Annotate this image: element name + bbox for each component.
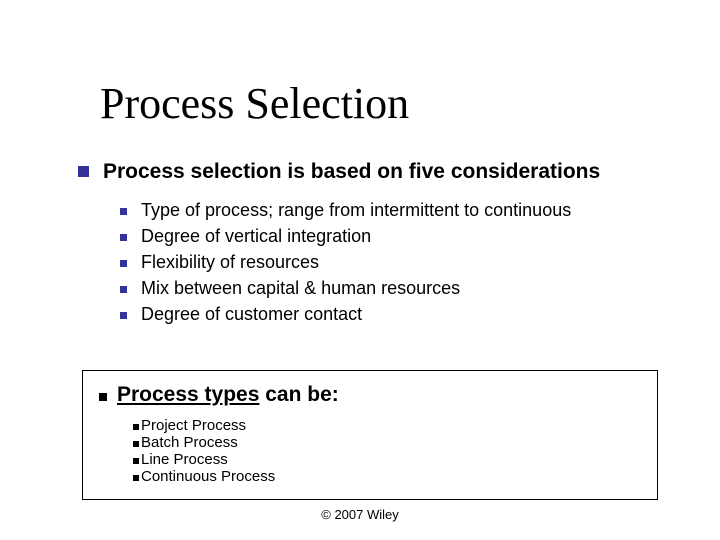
- level2-text: Degree of customer contact: [141, 304, 362, 325]
- list-item: Line Process: [133, 451, 641, 468]
- list-item: Project Process: [133, 417, 641, 434]
- square-bullet-icon: [120, 208, 127, 215]
- heading-rest: can be:: [259, 383, 338, 406]
- square-bullet-icon: [120, 234, 127, 241]
- square-bullet-icon: [133, 475, 139, 481]
- square-bullet-icon: [133, 458, 139, 464]
- process-types-textbox: Process types can be: Project Process Ba…: [82, 370, 658, 500]
- level2-text: Type of process; range from intermittent…: [141, 200, 571, 221]
- textbox-item-text: Continuous Process: [141, 468, 275, 485]
- textbox-item-text: Batch Process: [141, 434, 238, 451]
- textbox-heading: Process types can be:: [99, 383, 641, 407]
- square-bullet-icon: [120, 312, 127, 319]
- list-item: Flexibility of resources: [120, 252, 571, 273]
- slide: Process Selection Process selection is b…: [0, 0, 720, 540]
- textbox-item-text: Project Process: [141, 417, 246, 434]
- level2-text: Degree of vertical integration: [141, 226, 371, 247]
- list-item: Degree of customer contact: [120, 304, 571, 325]
- level2-text: Flexibility of resources: [141, 252, 319, 273]
- textbox-heading-text: Process types can be:: [117, 383, 339, 407]
- list-item: Continuous Process: [133, 468, 641, 485]
- square-bullet-icon: [78, 166, 89, 177]
- heading-underlined: Process types: [117, 383, 259, 406]
- footer-copyright: © 2007 Wiley: [0, 507, 720, 522]
- slide-title: Process Selection: [100, 78, 409, 129]
- square-bullet-icon: [120, 286, 127, 293]
- bullet-level1: Process selection is based on five consi…: [78, 160, 600, 184]
- square-bullet-icon: [99, 393, 107, 401]
- list-item: Type of process; range from intermittent…: [120, 200, 571, 221]
- bullet-level2-list: Type of process; range from intermittent…: [120, 200, 571, 325]
- list-item: Degree of vertical integration: [120, 226, 571, 247]
- textbox-items: Project Process Batch Process Line Proce…: [99, 417, 641, 485]
- square-bullet-icon: [133, 441, 139, 447]
- list-item: Mix between capital & human resources: [120, 278, 571, 299]
- level1-text: Process selection is based on five consi…: [103, 160, 600, 184]
- level2-text: Mix between capital & human resources: [141, 278, 460, 299]
- textbox-item-text: Line Process: [141, 451, 228, 468]
- square-bullet-icon: [133, 424, 139, 430]
- list-item: Batch Process: [133, 434, 641, 451]
- square-bullet-icon: [120, 260, 127, 267]
